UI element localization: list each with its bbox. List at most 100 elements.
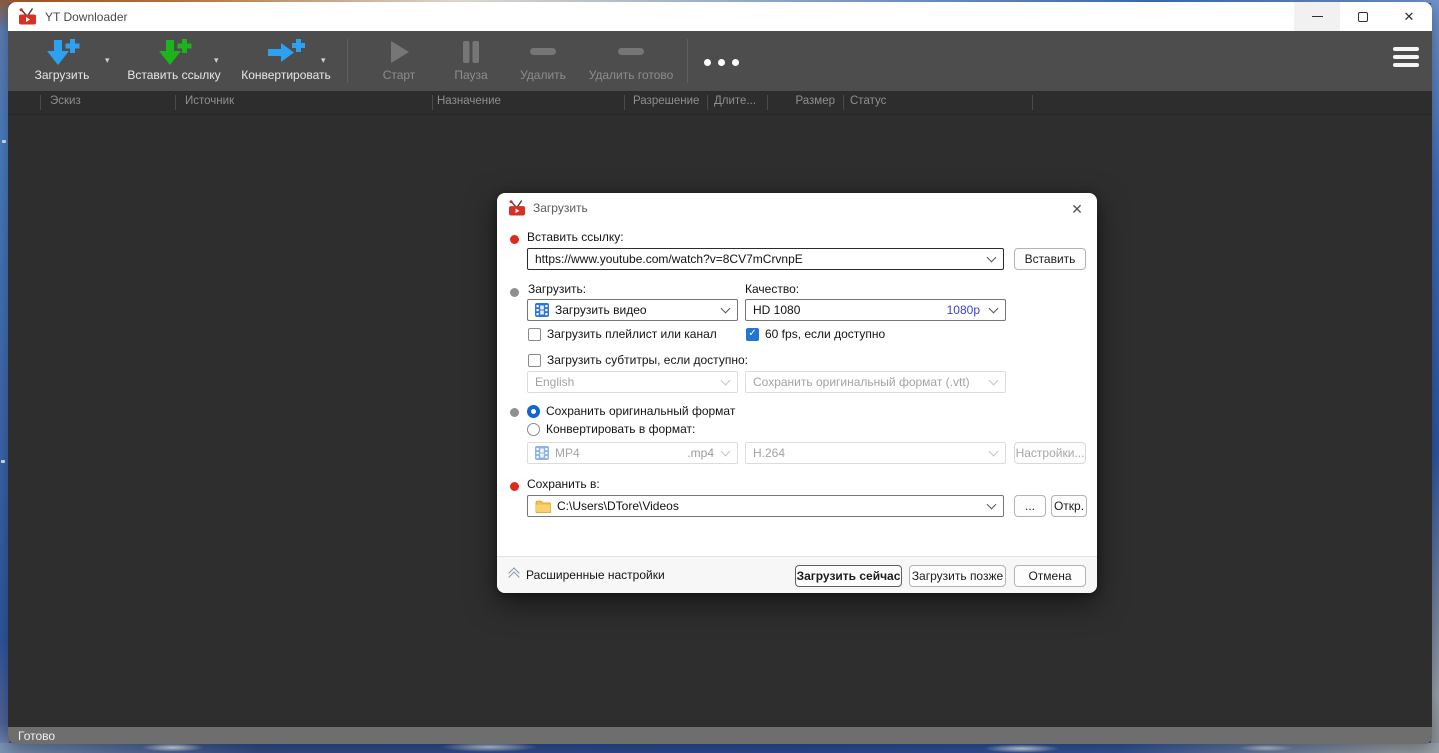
desktop: YT Downloader ✕ Загрузить ▾ Вставить ссы… [0, 0, 1439, 753]
column-header-status[interactable]: Статус [850, 95, 886, 107]
chevron-down-icon[interactable] [720, 303, 731, 313]
column-separator[interactable] [707, 95, 708, 110]
download-type-combobox[interactable]: Загрузить видео [527, 299, 738, 321]
output-format-value: MP4 [555, 446, 580, 460]
keep-format-radio[interactable] [527, 404, 540, 418]
chevron-down-icon [988, 446, 999, 456]
toolbar-download-button[interactable]: Загрузить [22, 36, 102, 86]
chevron-down-icon [720, 375, 731, 385]
column-separator[interactable] [40, 95, 41, 110]
window-title: YT Downloader [45, 9, 128, 24]
column-separator[interactable] [1032, 95, 1033, 110]
convert-plus-icon [268, 39, 305, 62]
subtitles-checkbox-row[interactable]: Загрузить субтитры, если доступно: [528, 353, 748, 367]
playlist-checkbox[interactable] [528, 327, 541, 341]
quality-badge: 1080p [946, 303, 980, 317]
convert-format-radio-row[interactable]: Конвертировать в формат: [527, 422, 695, 436]
open-folder-button[interactable]: Откр. [1051, 495, 1087, 517]
url-combobox[interactable]: https://www.youtube.com/watch?v=8CV7mCrv… [527, 248, 1004, 270]
url-value[interactable]: https://www.youtube.com/watch?v=8CV7mCrv… [535, 252, 803, 266]
more-dot-icon [704, 59, 711, 66]
maximize-button[interactable] [1340, 2, 1386, 31]
column-header-destination[interactable]: Назначение [437, 95, 501, 107]
toolbar-button-label: Загрузить [34, 68, 90, 82]
fps-checkbox-row[interactable]: ✓ 60 fps, если доступно [746, 327, 885, 341]
close-icon: ✕ [1403, 9, 1415, 24]
column-separator[interactable] [767, 95, 768, 110]
dialog-title: Загрузить [533, 201, 588, 215]
column-separator[interactable] [432, 95, 433, 110]
quality-combobox[interactable]: HD 1080 1080p [745, 299, 1006, 321]
app-logo-icon [509, 200, 525, 216]
column-separator[interactable] [624, 95, 625, 110]
advanced-settings-toggle[interactable]: Расширенные настройки [508, 567, 665, 583]
output-format-extension: .mp4 [687, 446, 714, 460]
cancel-button[interactable]: Отмена [1014, 565, 1086, 587]
dialog-footer: Расширенные настройки Загрузить сейчас З… [497, 556, 1097, 593]
output-format-combobox: MP4 .mp4 [527, 442, 738, 464]
download-dialog: Загрузить ✕ Вставить ссылку: https://www… [497, 193, 1097, 593]
toolbar-paste-link-button[interactable]: Вставить ссылку [126, 36, 222, 86]
advanced-settings-label: Расширенные настройки [526, 568, 665, 582]
browse-button[interactable]: ... [1014, 495, 1046, 517]
paste-button[interactable]: Вставить [1014, 248, 1086, 270]
desktop-icon-label-fragment [2, 140, 6, 143]
optional-bullet-icon [510, 288, 519, 297]
toolbar-start-button[interactable]: Старт [363, 36, 435, 86]
playlist-checkbox-row[interactable]: Загрузить плейлист или канал [528, 327, 717, 341]
codec-combobox: H.264 [745, 442, 1006, 464]
convert-format-radio[interactable] [527, 422, 540, 436]
minimize-icon [1311, 16, 1323, 17]
status-text: Готово [18, 728, 56, 743]
download-later-label: Загрузить позже [911, 569, 1004, 583]
subtitles-checkbox-label: Загрузить субтитры, если доступно: [547, 353, 748, 367]
column-header-thumbnail[interactable]: Эскиз [50, 95, 81, 107]
dialog-close-button[interactable]: ✕ [1067, 199, 1087, 219]
paste-link-dropdown-chevron[interactable]: ▾ [214, 55, 219, 66]
download-now-button[interactable]: Загрузить сейчас [795, 565, 902, 587]
quality-label: Качество: [745, 282, 800, 296]
more-actions-button[interactable] [704, 59, 739, 66]
download-dropdown-chevron[interactable]: ▾ [105, 55, 110, 66]
subtitles-checkbox[interactable] [528, 353, 541, 367]
fps-checkbox-label: 60 fps, если доступно [765, 327, 886, 341]
film-strip-icon [535, 303, 549, 317]
download-later-button[interactable]: Загрузить позже [909, 565, 1006, 587]
paste-link-icon [159, 39, 192, 65]
column-header-source[interactable]: Источник [185, 95, 234, 107]
toolbar-button-label: Пауза [454, 68, 488, 82]
convert-dropdown-chevron[interactable]: ▾ [321, 55, 326, 66]
status-bar: Готово [8, 727, 1432, 744]
toolbar-pause-button[interactable]: Пауза [435, 36, 507, 86]
toolbar-separator [347, 39, 348, 83]
close-button[interactable]: ✕ [1386, 2, 1432, 31]
chevron-down-icon[interactable] [986, 252, 997, 262]
toolbar-remove-completed-button[interactable]: Удалить готово [579, 36, 683, 86]
remove-completed-icon [618, 48, 644, 55]
chevron-down-icon[interactable] [986, 499, 997, 509]
fps-checkbox[interactable]: ✓ [746, 327, 759, 341]
title-bar: YT Downloader ✕ [8, 2, 1432, 31]
settings-button: Настройки... [1014, 442, 1086, 464]
hamburger-icon [1393, 63, 1419, 67]
column-separator[interactable] [843, 95, 844, 110]
subtitles-language-combobox: English [527, 371, 738, 393]
download-type-value: Загрузить видео [555, 303, 647, 317]
main-menu-button[interactable] [1393, 47, 1419, 67]
toolbar-remove-button[interactable]: Удалить [507, 36, 579, 86]
chevron-down-icon[interactable] [988, 303, 999, 313]
keep-format-radio-row[interactable]: Сохранить оригинальный формат [527, 404, 735, 418]
subtitles-format-value: Сохранить оригинальный формат (.vtt) [753, 375, 970, 389]
minimize-button[interactable] [1294, 2, 1340, 31]
double-chevron-up-icon [508, 567, 520, 583]
remove-icon [530, 48, 556, 55]
column-header-resolution[interactable]: Разрешение [633, 95, 699, 107]
toolbar-button-label: Удалить [520, 68, 566, 82]
column-separator[interactable] [175, 95, 176, 110]
column-header-duration[interactable]: Длите... [714, 95, 756, 107]
save-path-value[interactable]: C:\Users\DTore\Videos [557, 499, 679, 513]
toolbar-convert-button[interactable]: Конвертировать [238, 36, 334, 86]
paste-link-label: Вставить ссылку: [527, 230, 624, 244]
save-path-combobox[interactable]: C:\Users\DTore\Videos [527, 495, 1004, 517]
column-header-size[interactable]: Размер [778, 95, 835, 107]
